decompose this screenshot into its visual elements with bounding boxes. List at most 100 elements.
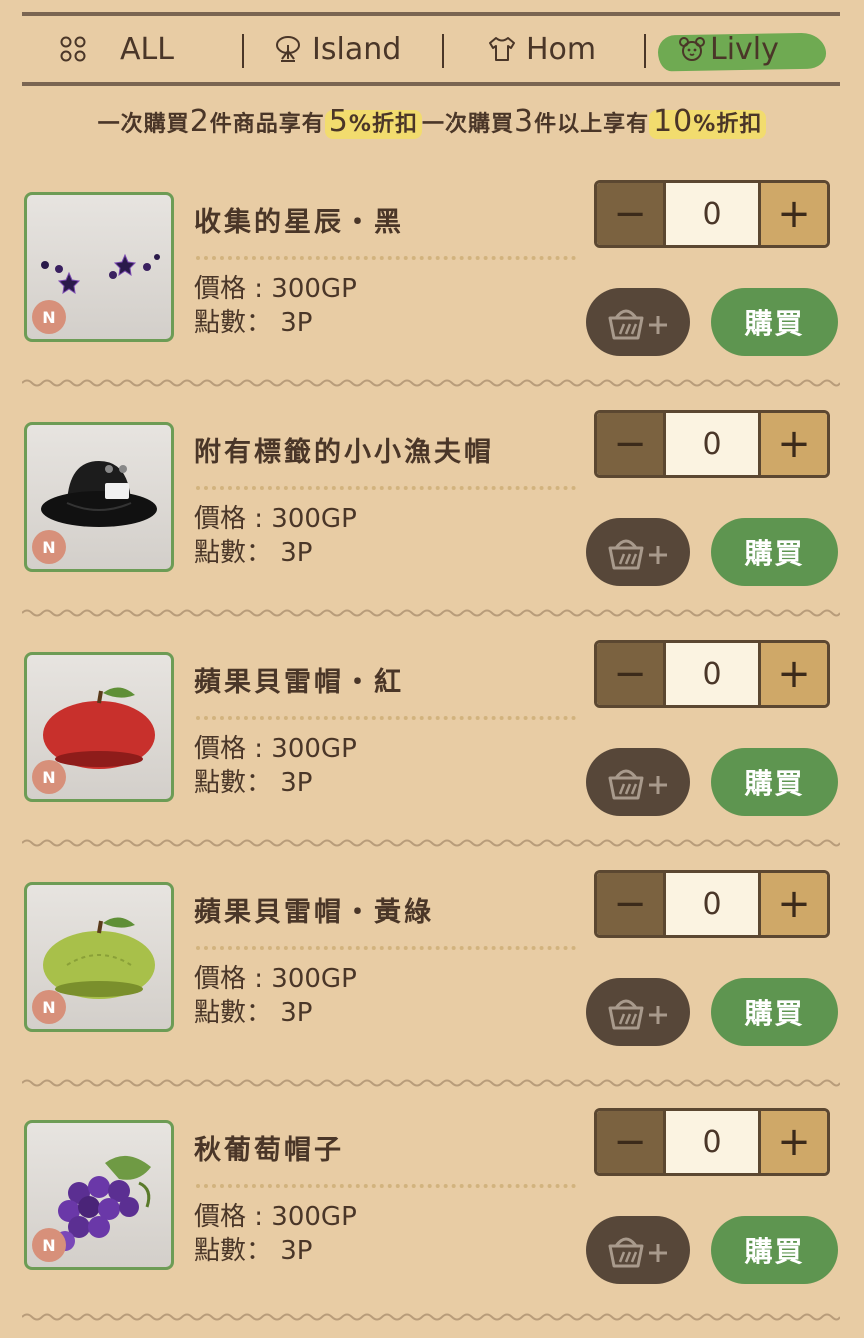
item-points: 點數： 3P — [194, 998, 313, 1028]
wavy-divider — [22, 609, 840, 617]
item-price: 價格 : 300GP — [194, 1202, 357, 1232]
add-to-basket-button[interactable] — [586, 978, 690, 1046]
item-meta: 價格 : 300GP 點數： 3P — [194, 502, 357, 570]
promo-number: 3 — [513, 104, 535, 139]
item-name: 附有標籤的小小漁夫帽 — [194, 437, 494, 468]
buy-button[interactable]: 購買 — [711, 1216, 838, 1284]
item-price: 價格 : 300GP — [194, 964, 357, 994]
promo-number: 5 — [328, 104, 349, 139]
quantity-stepper: − 0 + — [594, 180, 830, 248]
quantity-value: 0 — [702, 886, 722, 922]
increment-button[interactable]: + — [758, 413, 827, 475]
shop-item: N 附有標籤的小小漁夫帽 價格 : 300GP 點數： 3P − 0 + 購買 — [0, 410, 864, 640]
promo-unit: % — [348, 112, 372, 137]
item-price: 價格 : 300GP — [194, 734, 357, 764]
quantity-value: 0 — [702, 1124, 722, 1160]
item-points: 點數： 3P — [194, 308, 313, 338]
increment-button[interactable]: + — [758, 183, 827, 245]
rarity-badge: N — [32, 1228, 66, 1262]
decrement-button[interactable]: − — [597, 183, 666, 245]
item-name: 秋葡萄帽子 — [194, 1135, 344, 1166]
item-meta: 價格 : 300GP 點數： 3P — [194, 272, 357, 340]
promo-text: 一次購買 — [421, 112, 514, 137]
quantity-stepper: − 0 + — [594, 640, 830, 708]
promo-number: 10 — [653, 104, 694, 139]
increment-button[interactable]: + — [758, 643, 827, 705]
promo-highlight: 5%折扣 — [324, 104, 422, 139]
buy-button[interactable]: 購買 — [711, 748, 838, 816]
increment-button[interactable]: + — [758, 1111, 827, 1173]
dotted-divider — [196, 486, 576, 490]
item-name: 蘋果貝雷帽・黃綠 — [194, 897, 434, 928]
buy-button[interactable]: 購買 — [711, 978, 838, 1046]
tab-livly[interactable]: Livly — [676, 16, 779, 82]
item-points: 點數： 3P — [194, 538, 313, 568]
rarity-badge: N — [32, 990, 66, 1024]
promo-unit: % — [693, 112, 717, 137]
item-points: 點數： 3P — [194, 1236, 313, 1266]
wavy-divider — [22, 1079, 840, 1087]
decrement-button[interactable]: − — [597, 413, 666, 475]
tab-divider — [644, 34, 646, 68]
promo-text: 件商品享有 — [209, 112, 325, 137]
buy-button[interactable]: 購買 — [711, 288, 838, 356]
decrement-button[interactable]: − — [597, 873, 666, 935]
add-to-basket-button[interactable] — [586, 1216, 690, 1284]
livly-face-icon — [679, 37, 705, 61]
item-thumbnail[interactable]: N — [24, 1120, 174, 1270]
item-thumbnail[interactable]: N — [24, 422, 174, 572]
rarity-badge: N — [32, 760, 66, 794]
item-thumbnail[interactable]: N — [24, 652, 174, 802]
add-to-basket-button[interactable] — [586, 288, 690, 356]
promo-text: 折扣 — [716, 112, 763, 137]
tab-hom[interactable]: Hom — [486, 16, 596, 82]
quantity-value: 0 — [702, 426, 722, 462]
wavy-divider — [22, 1313, 840, 1321]
item-thumbnail[interactable]: N — [24, 192, 174, 342]
basket-plus-icon — [608, 309, 667, 340]
item-meta: 價格 : 300GP 點數： 3P — [194, 1200, 357, 1268]
discount-banner: 一次購買2件商品享有 5%折扣 一次購買3件以上享有 10%折扣 — [0, 104, 864, 139]
promo-text: 折扣 — [371, 112, 418, 137]
add-to-basket-button[interactable] — [586, 748, 690, 816]
tab-divider — [442, 34, 444, 68]
wavy-divider — [22, 379, 840, 387]
item-price: 價格 : 300GP — [194, 504, 357, 534]
item-meta: 價格 : 300GP 點數： 3P — [194, 962, 357, 1030]
dotted-divider — [196, 256, 576, 260]
dotted-divider — [196, 946, 576, 950]
tab-island-label: Island — [312, 31, 402, 67]
decrement-button[interactable]: − — [597, 643, 666, 705]
shop-item: N 秋葡萄帽子 價格 : 300GP 點數： 3P − 0 + 購買 — [0, 1108, 864, 1338]
buy-button[interactable]: 購買 — [711, 518, 838, 586]
basket-plus-icon — [608, 769, 667, 800]
grid-dots-icon — [60, 36, 86, 62]
tree-icon — [276, 36, 300, 62]
rarity-badge: N — [32, 300, 66, 334]
basket-plus-icon — [608, 539, 667, 570]
tab-hom-label: Hom — [526, 31, 597, 67]
promo-number: 2 — [189, 104, 210, 139]
quantity-value: 0 — [702, 196, 722, 232]
tab-all[interactable]: ALL — [58, 16, 174, 82]
shirt-icon — [489, 37, 515, 61]
quantity-value: 0 — [702, 656, 722, 692]
basket-plus-icon — [608, 999, 667, 1030]
tab-livly-label: Livly — [710, 31, 779, 67]
item-price: 價格 : 300GP — [194, 274, 357, 304]
decrement-button[interactable]: − — [597, 1111, 666, 1173]
increment-button[interactable]: + — [758, 873, 827, 935]
item-thumbnail[interactable]: N — [24, 882, 174, 1032]
shop-item: N 蘋果貝雷帽・黃綠 價格 : 300GP 點數： 3P − 0 + 購買 — [0, 870, 864, 1100]
tab-all-label: ALL — [120, 31, 174, 67]
tab-divider — [242, 34, 244, 68]
add-to-basket-button[interactable] — [586, 518, 690, 586]
tab-island[interactable]: Island — [272, 16, 401, 82]
promo-highlight: 10%折扣 — [649, 104, 767, 139]
wavy-divider — [22, 839, 840, 847]
quantity-stepper: − 0 + — [594, 1108, 830, 1176]
quantity-stepper: − 0 + — [594, 870, 830, 938]
item-name: 蘋果貝雷帽・紅 — [194, 667, 404, 698]
quantity-stepper: − 0 + — [594, 410, 830, 478]
category-tabs: ALL Island Hom Livly — [22, 12, 840, 86]
